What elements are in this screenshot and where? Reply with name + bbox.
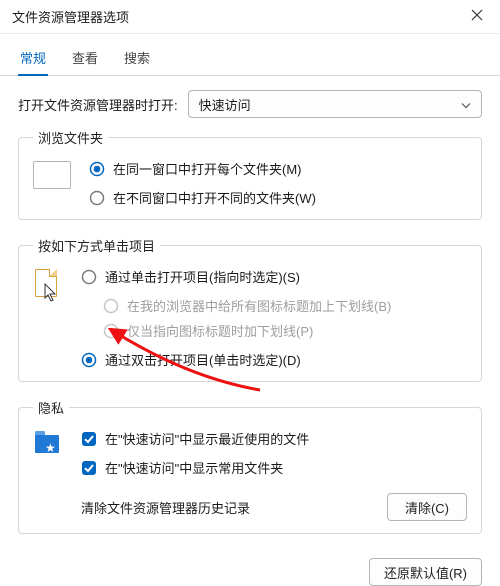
dialog-footer: 还原默认值(R) bbox=[0, 558, 500, 586]
close-button[interactable] bbox=[454, 0, 500, 34]
checkbox-checked-icon bbox=[81, 460, 97, 476]
group-browse-folders: 浏览文件夹 在同一窗口中打开每个文件夹(M) 在不同窗口中打开不同的文件夹(W) bbox=[18, 128, 482, 220]
clear-history-row: 清除文件资源管理器历史记录 清除(C) bbox=[81, 493, 467, 521]
tab-view[interactable]: 查看 bbox=[70, 42, 100, 75]
open-to-row: 打开文件资源管理器时打开: 快速访问 bbox=[18, 90, 482, 118]
close-icon bbox=[471, 9, 483, 24]
radio-underline-point: 仅当指向图标标题时加下划线(P) bbox=[103, 321, 391, 340]
group-click-items: 按如下方式单击项目 通过单击打开项目(指向时选定)(S) bbox=[18, 236, 482, 382]
radio-icon bbox=[81, 269, 97, 285]
radio-underline-browser-label: 在我的浏览器中给所有图标标题加上下划线(B) bbox=[127, 296, 391, 315]
radio-icon-selected bbox=[81, 352, 97, 368]
tab-search[interactable]: 搜索 bbox=[122, 42, 152, 75]
radio-double-click[interactable]: 通过双击打开项目(单击时选定)(D) bbox=[81, 350, 391, 369]
check-frequent-folders[interactable]: 在"快速访问"中显示常用文件夹 bbox=[81, 458, 467, 477]
check-recent-files[interactable]: 在"快速访问"中显示最近使用的文件 bbox=[81, 429, 467, 448]
browse-folders-legend: 浏览文件夹 bbox=[33, 128, 108, 147]
clear-history-label: 清除文件资源管理器历史记录 bbox=[81, 498, 250, 517]
title-bar: 文件资源管理器选项 bbox=[0, 0, 500, 34]
privacy-legend: 隐私 bbox=[33, 398, 69, 417]
window-rect-icon bbox=[33, 161, 71, 189]
radio-same-window[interactable]: 在同一窗口中打开每个文件夹(M) bbox=[89, 159, 316, 178]
dialog-body: 打开文件资源管理器时打开: 快速访问 浏览文件夹 在同一窗口中打开每个文件夹(M… bbox=[0, 76, 500, 558]
click-items-legend: 按如下方式单击项目 bbox=[33, 236, 160, 255]
checkbox-checked-icon bbox=[81, 431, 97, 447]
radio-underline-point-label: 仅当指向图标标题时加下划线(P) bbox=[127, 321, 313, 340]
check-frequent-folders-label: 在"快速访问"中显示常用文件夹 bbox=[105, 458, 283, 477]
open-to-select[interactable]: 快速访问 bbox=[188, 90, 482, 118]
quick-access-folder-icon: ★ bbox=[33, 431, 63, 459]
window-title: 文件资源管理器选项 bbox=[12, 7, 454, 26]
radio-icon-selected bbox=[89, 161, 105, 177]
radio-new-window[interactable]: 在不同窗口中打开不同的文件夹(W) bbox=[89, 188, 316, 207]
radio-single-click[interactable]: 通过单击打开项目(指向时选定)(S) bbox=[81, 267, 391, 286]
radio-icon-disabled bbox=[103, 323, 119, 339]
radio-new-window-label: 在不同窗口中打开不同的文件夹(W) bbox=[113, 188, 316, 207]
radio-icon bbox=[89, 190, 105, 206]
restore-defaults-button[interactable]: 还原默认值(R) bbox=[369, 558, 482, 586]
open-to-label: 打开文件资源管理器时打开: bbox=[18, 95, 178, 114]
chevron-down-icon bbox=[461, 97, 471, 112]
radio-underline-browser: 在我的浏览器中给所有图标标题加上下划线(B) bbox=[103, 296, 391, 315]
tab-bar: 常规 查看 搜索 bbox=[0, 34, 500, 76]
radio-same-window-label: 在同一窗口中打开每个文件夹(M) bbox=[113, 159, 302, 178]
tab-general[interactable]: 常规 bbox=[18, 42, 48, 75]
page-cursor-icon bbox=[33, 269, 63, 303]
check-recent-files-label: 在"快速访问"中显示最近使用的文件 bbox=[105, 429, 309, 448]
open-to-value: 快速访问 bbox=[199, 95, 251, 114]
radio-single-click-label: 通过单击打开项目(指向时选定)(S) bbox=[105, 267, 300, 286]
clear-button[interactable]: 清除(C) bbox=[387, 493, 467, 521]
radio-double-click-label: 通过双击打开项目(单击时选定)(D) bbox=[105, 350, 301, 369]
radio-icon-disabled bbox=[103, 298, 119, 314]
group-privacy: 隐私 ★ 在"快速访问"中显示最近使用的文件 在"快速访问"中显示常用文件夹 bbox=[18, 398, 482, 534]
